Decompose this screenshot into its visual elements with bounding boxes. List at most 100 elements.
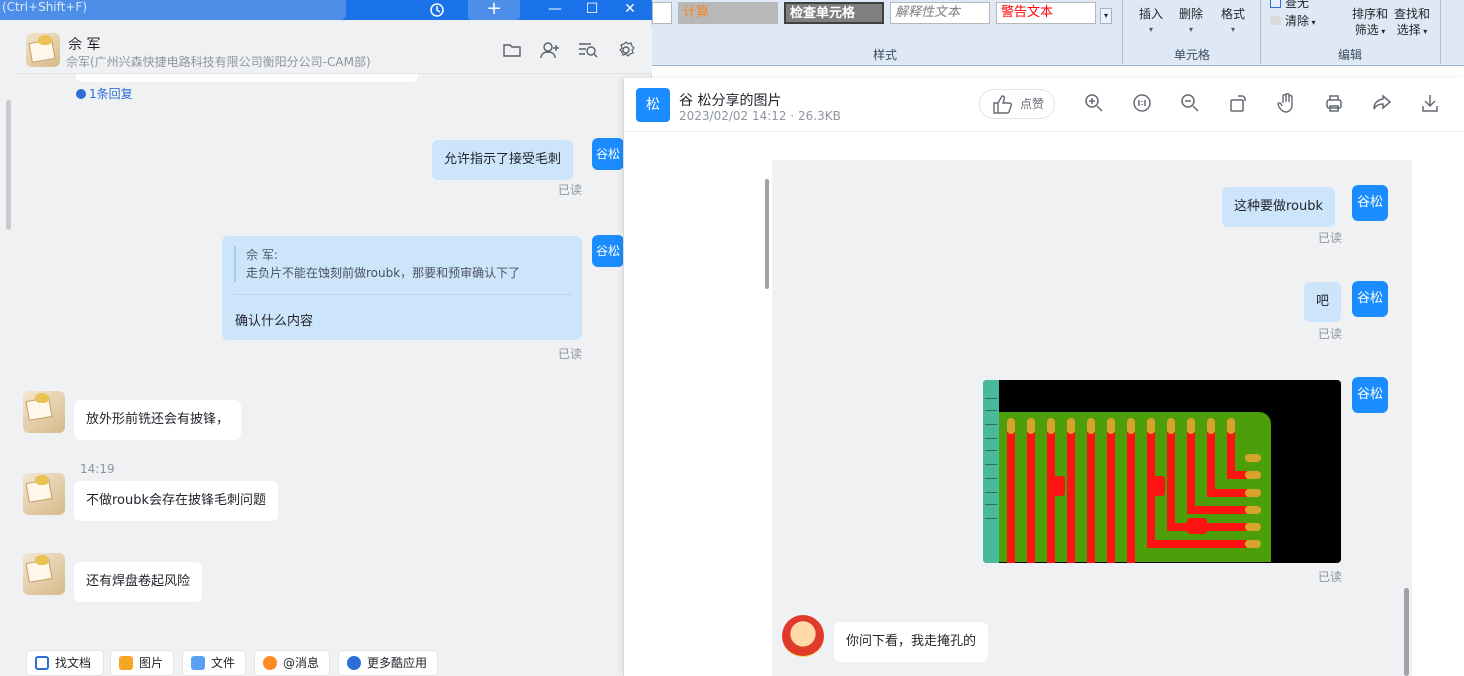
message-bubble[interactable]: 放外形前铣还会有披锋， bbox=[74, 400, 242, 440]
cell-style-calc[interactable]: 计算 bbox=[678, 2, 778, 24]
chevron-down-icon: ▾ bbox=[1420, 27, 1428, 36]
find-label-2: 选择 bbox=[1396, 23, 1421, 37]
rotate-icon[interactable] bbox=[1228, 93, 1252, 117]
contact-avatar[interactable] bbox=[23, 553, 65, 595]
my-avatar[interactable]: 谷松 bbox=[592, 138, 624, 170]
find-label-1: 查找和 bbox=[1393, 7, 1430, 21]
zoom-in-icon[interactable] bbox=[1084, 93, 1108, 117]
message-bubble: 吧 bbox=[1304, 282, 1342, 322]
ribbon-separator bbox=[1122, 0, 1123, 64]
zoom-out-icon[interactable] bbox=[1180, 93, 1204, 117]
clear-button[interactable]: 清除 ▾ bbox=[1270, 12, 1316, 29]
actual-size-icon[interactable] bbox=[1132, 93, 1156, 117]
sort-filter-button[interactable]: 排序和筛选 ▾ bbox=[1350, 6, 1390, 40]
file-label: 文件 bbox=[211, 656, 236, 670]
more-apps-button[interactable]: 更多酷应用 bbox=[338, 650, 438, 676]
quote-block: 佘 军: 走负片不能在蚀刻前做roubk，那要和预审确认下了 bbox=[234, 246, 572, 282]
mention-label: @消息 bbox=[283, 656, 320, 670]
more-apps-label: 更多酷应用 bbox=[367, 656, 428, 670]
add-member-icon[interactable] bbox=[538, 38, 562, 62]
message-bubble[interactable]: 允许指示了接受毛刺 bbox=[432, 140, 574, 180]
find-doc-button[interactable]: 找文档 bbox=[26, 650, 104, 676]
cell-style-explanatory[interactable]: 解释性文本 bbox=[890, 2, 990, 24]
contact-name[interactable]: 佘 军 bbox=[68, 34, 100, 54]
find-select-button[interactable]: 查找和选择 ▾ bbox=[1392, 6, 1432, 40]
chat-scrollbar[interactable] bbox=[6, 100, 11, 230]
reply-thread-link[interactable]: 1条回复 bbox=[76, 85, 133, 102]
contact-avatar[interactable] bbox=[23, 391, 65, 433]
quote-author: 佘 军: bbox=[246, 248, 278, 262]
like-button[interactable]: 点赞 bbox=[979, 89, 1055, 119]
file-button[interactable]: 文件 bbox=[182, 650, 246, 676]
chat-header: 佘 军 佘军(广州兴森快捷电路科技有限公司衡阳分公司-CAM部) bbox=[14, 26, 652, 74]
message-bubble: 这种要做roubk bbox=[1222, 187, 1336, 227]
my-avatar: 谷松 bbox=[1352, 281, 1388, 317]
cell-style-check[interactable]: 检查单元格 bbox=[784, 2, 884, 24]
print-icon[interactable] bbox=[1324, 93, 1348, 117]
my-avatar: 谷松 bbox=[1352, 185, 1388, 221]
close-icon[interactable]: ✕ bbox=[618, 0, 642, 20]
global-search-input[interactable]: (Ctrl+Shift+F) bbox=[0, 0, 346, 20]
apps-icon bbox=[347, 656, 361, 670]
group-label-styles: 样式 bbox=[872, 48, 897, 62]
read-status: 已读 bbox=[558, 183, 583, 197]
chevron-down-icon: ▾ bbox=[1378, 27, 1386, 36]
sort-label-1: 排序和 bbox=[1351, 7, 1388, 21]
eraser-icon bbox=[1270, 16, 1281, 25]
image-button[interactable]: 图片 bbox=[110, 650, 174, 676]
contact-avatar[interactable] bbox=[23, 473, 65, 515]
message-bubble[interactable]: 不做roubk会存在披锋毛刺问题 bbox=[74, 481, 279, 521]
chat-bubble-icon bbox=[76, 89, 86, 99]
minimize-icon[interactable]: — bbox=[544, 0, 566, 20]
folder-icon bbox=[191, 656, 205, 670]
hand-icon[interactable] bbox=[1276, 92, 1300, 117]
insert-label: 插入 bbox=[1138, 7, 1163, 21]
sender-avatar[interactable]: 松 bbox=[636, 88, 670, 122]
cell-style-warning[interactable]: 警告文本 bbox=[996, 2, 1096, 24]
chevron-down-icon: ▾ bbox=[1230, 25, 1235, 34]
folder-icon[interactable] bbox=[500, 38, 524, 62]
quoted-reply-bubble[interactable]: 佘 军: 走负片不能在蚀刻前做roubk，那要和预审确认下了 确认什么内容 bbox=[222, 236, 582, 340]
download-icon[interactable] bbox=[1420, 93, 1444, 117]
format-label: 格式 bbox=[1220, 7, 1245, 21]
excel-ribbon: 计算 检查单元格 解释性文本 警告文本 ▾ 样式 插入 ▾ 删除 ▾ 格式 ▾ 单元格… bbox=[652, 0, 1464, 66]
viewer-meta: 2023/02/02 14:12 · 26.3KB bbox=[679, 109, 841, 123]
mention-button[interactable]: @消息 bbox=[254, 650, 330, 676]
ribbon-separator bbox=[1440, 0, 1441, 64]
history-icon[interactable] bbox=[422, 0, 452, 20]
stage-scrollbar[interactable] bbox=[765, 179, 769, 289]
contact-avatar bbox=[782, 615, 824, 657]
quote-text: 走负片不能在蚀刻前做roubk，那要和预审确认下了 bbox=[246, 266, 521, 280]
search-history-icon[interactable] bbox=[576, 38, 600, 62]
thumbs-up-icon bbox=[993, 95, 1013, 114]
my-avatar: 谷松 bbox=[1352, 377, 1388, 413]
sort-label-2: 筛选 bbox=[1354, 23, 1379, 37]
autosum-partial[interactable]: 查无 bbox=[1270, 0, 1309, 11]
ribbon-separator bbox=[1260, 0, 1261, 64]
gear-icon[interactable] bbox=[614, 38, 638, 62]
previous-message-bubble bbox=[76, 74, 418, 82]
delete-label: 删除 bbox=[1178, 7, 1203, 21]
message-bubble[interactable]: 还有焊盘卷起风险 bbox=[74, 562, 203, 602]
contact-avatar[interactable] bbox=[26, 33, 60, 67]
doc-search-icon bbox=[35, 656, 49, 670]
viewer-scrollbar[interactable] bbox=[1404, 588, 1409, 676]
format-button[interactable]: 格式 ▾ bbox=[1218, 6, 1248, 38]
at-icon bbox=[263, 656, 277, 670]
styles-more-icon[interactable]: ▾ bbox=[1100, 8, 1112, 24]
insert-button[interactable]: 插入 ▾ bbox=[1136, 6, 1166, 38]
viewer-margin bbox=[624, 133, 772, 676]
maximize-icon[interactable]: ☐ bbox=[580, 0, 604, 20]
my-avatar[interactable]: 谷松 bbox=[592, 235, 624, 267]
image-label: 图片 bbox=[139, 656, 164, 670]
add-button[interactable]: + bbox=[468, 0, 520, 20]
cell-style-blank[interactable] bbox=[652, 2, 672, 24]
delete-button[interactable]: 删除 ▾ bbox=[1176, 6, 1206, 38]
share-icon[interactable] bbox=[1372, 93, 1396, 117]
image-viewer: 松 谷 松分享的图片 2023/02/02 14:12 · 26.3KB 点赞 … bbox=[623, 78, 1464, 676]
pcb-image[interactable] bbox=[983, 380, 1341, 563]
viewer-title: 谷 松分享的图片 bbox=[679, 93, 782, 109]
chevron-down-icon: ▾ bbox=[1148, 25, 1153, 34]
chevron-down-icon: ▾ bbox=[1188, 25, 1193, 34]
find-doc-label: 找文档 bbox=[55, 656, 92, 670]
